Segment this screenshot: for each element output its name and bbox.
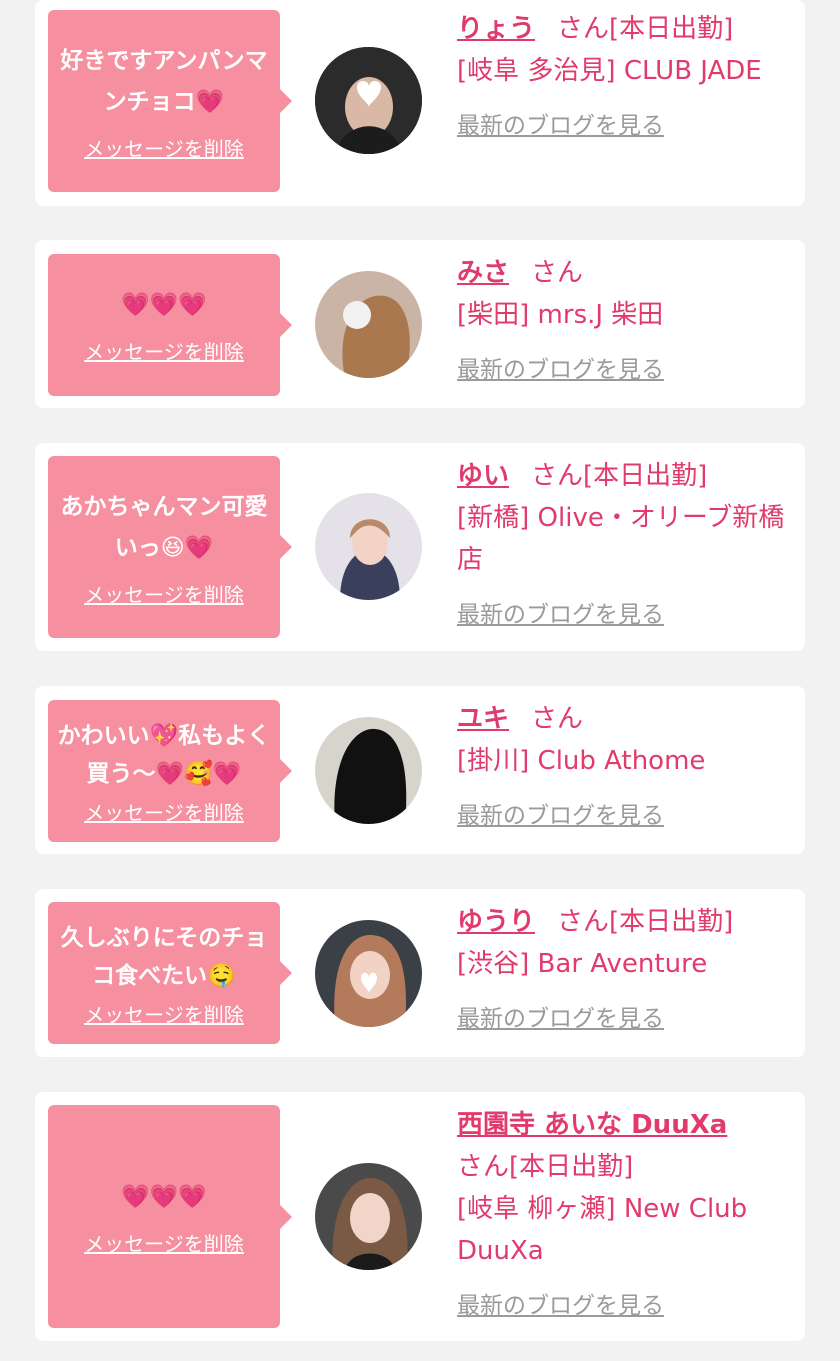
- delete-message-link[interactable]: メッセージを削除: [84, 1228, 244, 1257]
- message-text: 💗💗💗: [121, 1183, 207, 1210]
- message-text: 💗💗💗: [121, 292, 207, 318]
- status-text: さん: [531, 704, 584, 734]
- avatar-photo: [315, 1163, 422, 1270]
- profile-name-link[interactable]: ゆい: [457, 461, 509, 491]
- message-bubble: 💗💗💗 メッセージを削除: [48, 1105, 292, 1328]
- shop-name: [新橋] Olive・オリーブ新橋店: [457, 503, 785, 575]
- shop-name: [柴田] mrs.J 柴田: [457, 300, 664, 330]
- delete-message-link[interactable]: メッセージを削除: [84, 999, 244, 1028]
- avatar[interactable]: [315, 717, 422, 824]
- avatar[interactable]: [315, 47, 422, 154]
- blog-link[interactable]: 最新のブログを見る: [457, 999, 664, 1033]
- blog-link[interactable]: 最新のブログを見る: [457, 796, 664, 830]
- profile-info: ゆい さん[本日出勤] [新橋] Olive・オリーブ新橋店 最新のブログを見る: [457, 455, 787, 629]
- message-text: 久しぶりにそのチョコ食べたい🤤: [60, 924, 268, 989]
- message-text: 好きですアンパンマンチョコ💗: [60, 47, 268, 115]
- blog-link[interactable]: 最新のブログを見る: [457, 106, 664, 140]
- message-card: 好きですアンパンマンチョコ💗 メッセージを削除 りょう さん[本日出勤] [岐阜 …: [35, 0, 805, 206]
- profile-name-link[interactable]: ユキ: [457, 704, 509, 734]
- profile-name-link[interactable]: ゆうり: [457, 907, 535, 937]
- avatar[interactable]: [315, 271, 422, 378]
- blog-link[interactable]: 最新のブログを見る: [457, 1286, 664, 1320]
- delete-message-link[interactable]: メッセージを削除: [84, 133, 244, 162]
- shop-name: [岐阜 多治見] CLUB JADE: [457, 56, 762, 86]
- delete-message-link[interactable]: メッセージを削除: [84, 579, 244, 608]
- avatar-photo: [315, 47, 422, 154]
- profile-info: りょう さん[本日出勤] [岐阜 多治見] CLUB JADE 最新のブログを見る: [457, 8, 787, 140]
- avatar[interactable]: [315, 493, 422, 600]
- message-card: かわいい💖私もよく買う〜💗🥰💗 メッセージを削除 ユキ さん [掛川] Club …: [35, 686, 805, 854]
- profile-info: みさ さん [柴田] mrs.J 柴田 最新のブログを見る: [457, 252, 787, 384]
- message-card: あかちゃんマン可愛いっ😆💗 メッセージを削除 ゆい さん[本日出勤] [新橋] O…: [35, 443, 805, 651]
- status-text: さん[本日出勤]: [457, 1152, 634, 1182]
- message-card: 久しぶりにそのチョコ食べたい🤤 メッセージを削除 ゆうり さん[本日出勤] [渋谷…: [35, 889, 805, 1057]
- status-text: さん: [531, 258, 584, 288]
- profile-info: ゆうり さん[本日出勤] [渋谷] Bar Aventure 最新のブログを見る: [457, 901, 787, 1033]
- profile-info: 西園寺 あいな DuuXa さん[本日出勤] [岐阜 柳ヶ瀬] New Club…: [457, 1104, 787, 1320]
- avatar-photo: [315, 717, 422, 824]
- message-text: かわいい💖私もよく買う〜💗🥰💗: [57, 722, 271, 787]
- status-text: さん[本日出勤]: [557, 14, 734, 44]
- avatar-photo: [315, 920, 422, 1027]
- profile-name-link[interactable]: 西園寺 あいな DuuXa: [457, 1110, 727, 1140]
- shop-name: [岐阜 柳ヶ瀬] New Club DuuXa: [457, 1194, 748, 1266]
- shop-name: [掛川] Club Athome: [457, 746, 706, 776]
- message-card: 💗💗💗 メッセージを削除 みさ さん [柴田] mrs.J 柴田 最新のブログを見…: [35, 240, 805, 408]
- message-bubble: かわいい💖私もよく買う〜💗🥰💗 メッセージを削除: [48, 700, 292, 842]
- shop-name: [渋谷] Bar Aventure: [457, 949, 708, 979]
- blog-link[interactable]: 最新のブログを見る: [457, 595, 664, 629]
- message-bubble: 久しぶりにそのチョコ食べたい🤤 メッセージを削除: [48, 902, 292, 1044]
- message-card: 💗💗💗 メッセージを削除 西園寺 あいな DuuXa さん[本日出勤] [岐阜 …: [35, 1092, 805, 1341]
- status-text: さん[本日出勤]: [557, 907, 734, 937]
- profile-info: ユキ さん [掛川] Club Athome 最新のブログを見る: [457, 698, 787, 830]
- avatar[interactable]: [315, 1163, 422, 1270]
- status-text: さん[本日出勤]: [531, 461, 708, 491]
- avatar[interactable]: [315, 920, 422, 1027]
- message-text: あかちゃんマン可愛いっ😆💗: [60, 493, 268, 561]
- message-bubble: 💗💗💗 メッセージを削除: [48, 254, 292, 396]
- profile-name-link[interactable]: りょう: [457, 14, 535, 44]
- delete-message-link[interactable]: メッセージを削除: [84, 336, 244, 365]
- avatar-photo: [315, 493, 422, 600]
- profile-name-link[interactable]: みさ: [457, 258, 509, 288]
- message-bubble: あかちゃんマン可愛いっ😆💗 メッセージを削除: [48, 456, 292, 638]
- delete-message-link[interactable]: メッセージを削除: [84, 797, 244, 826]
- avatar-photo: [315, 271, 422, 378]
- blog-link[interactable]: 最新のブログを見る: [457, 350, 664, 384]
- message-bubble: 好きですアンパンマンチョコ💗 メッセージを削除: [48, 10, 292, 192]
